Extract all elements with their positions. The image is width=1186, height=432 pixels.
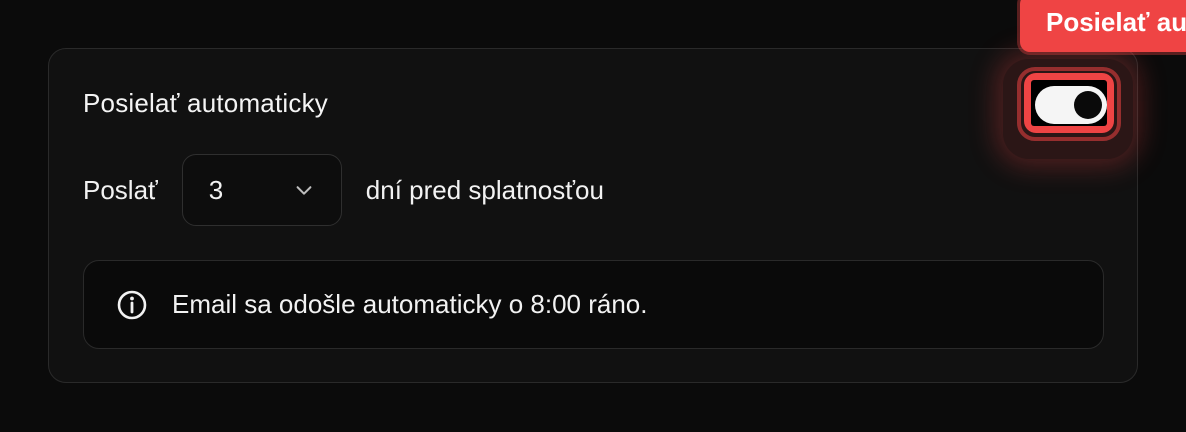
chevron-down-icon	[296, 186, 312, 195]
toggle-container	[1031, 80, 1107, 126]
auto-send-toggle-highlight	[1024, 73, 1114, 133]
send-days-row: Poslať 3 dní pred splatnosťou	[83, 154, 604, 226]
toggle-knob	[1074, 91, 1102, 119]
send-suffix-label: dní pred splatnosťou	[365, 174, 604, 205]
auto-send-settings-card: Posielať automaticky Poslať 3 dní pred s…	[48, 48, 1138, 383]
page-root: Posielať automaticky Poslať 3 dní pred s…	[0, 0, 1186, 432]
info-text: Email sa odošle automaticky o 8:00 ráno.	[172, 289, 648, 319]
send-prefix-label: Poslať	[83, 174, 158, 205]
days-select-value: 3	[208, 174, 224, 205]
auto-send-toggle[interactable]	[1035, 86, 1107, 124]
toggle-tooltip: Posielať au	[1020, 0, 1186, 52]
info-icon	[117, 290, 147, 319]
card-title: Posielať automaticky	[83, 88, 328, 118]
days-select[interactable]: 3	[181, 154, 342, 226]
info-notice: Email sa odošle automaticky o 8:00 ráno.	[83, 260, 1104, 349]
tooltip-text: Posielať au	[1046, 7, 1186, 37]
